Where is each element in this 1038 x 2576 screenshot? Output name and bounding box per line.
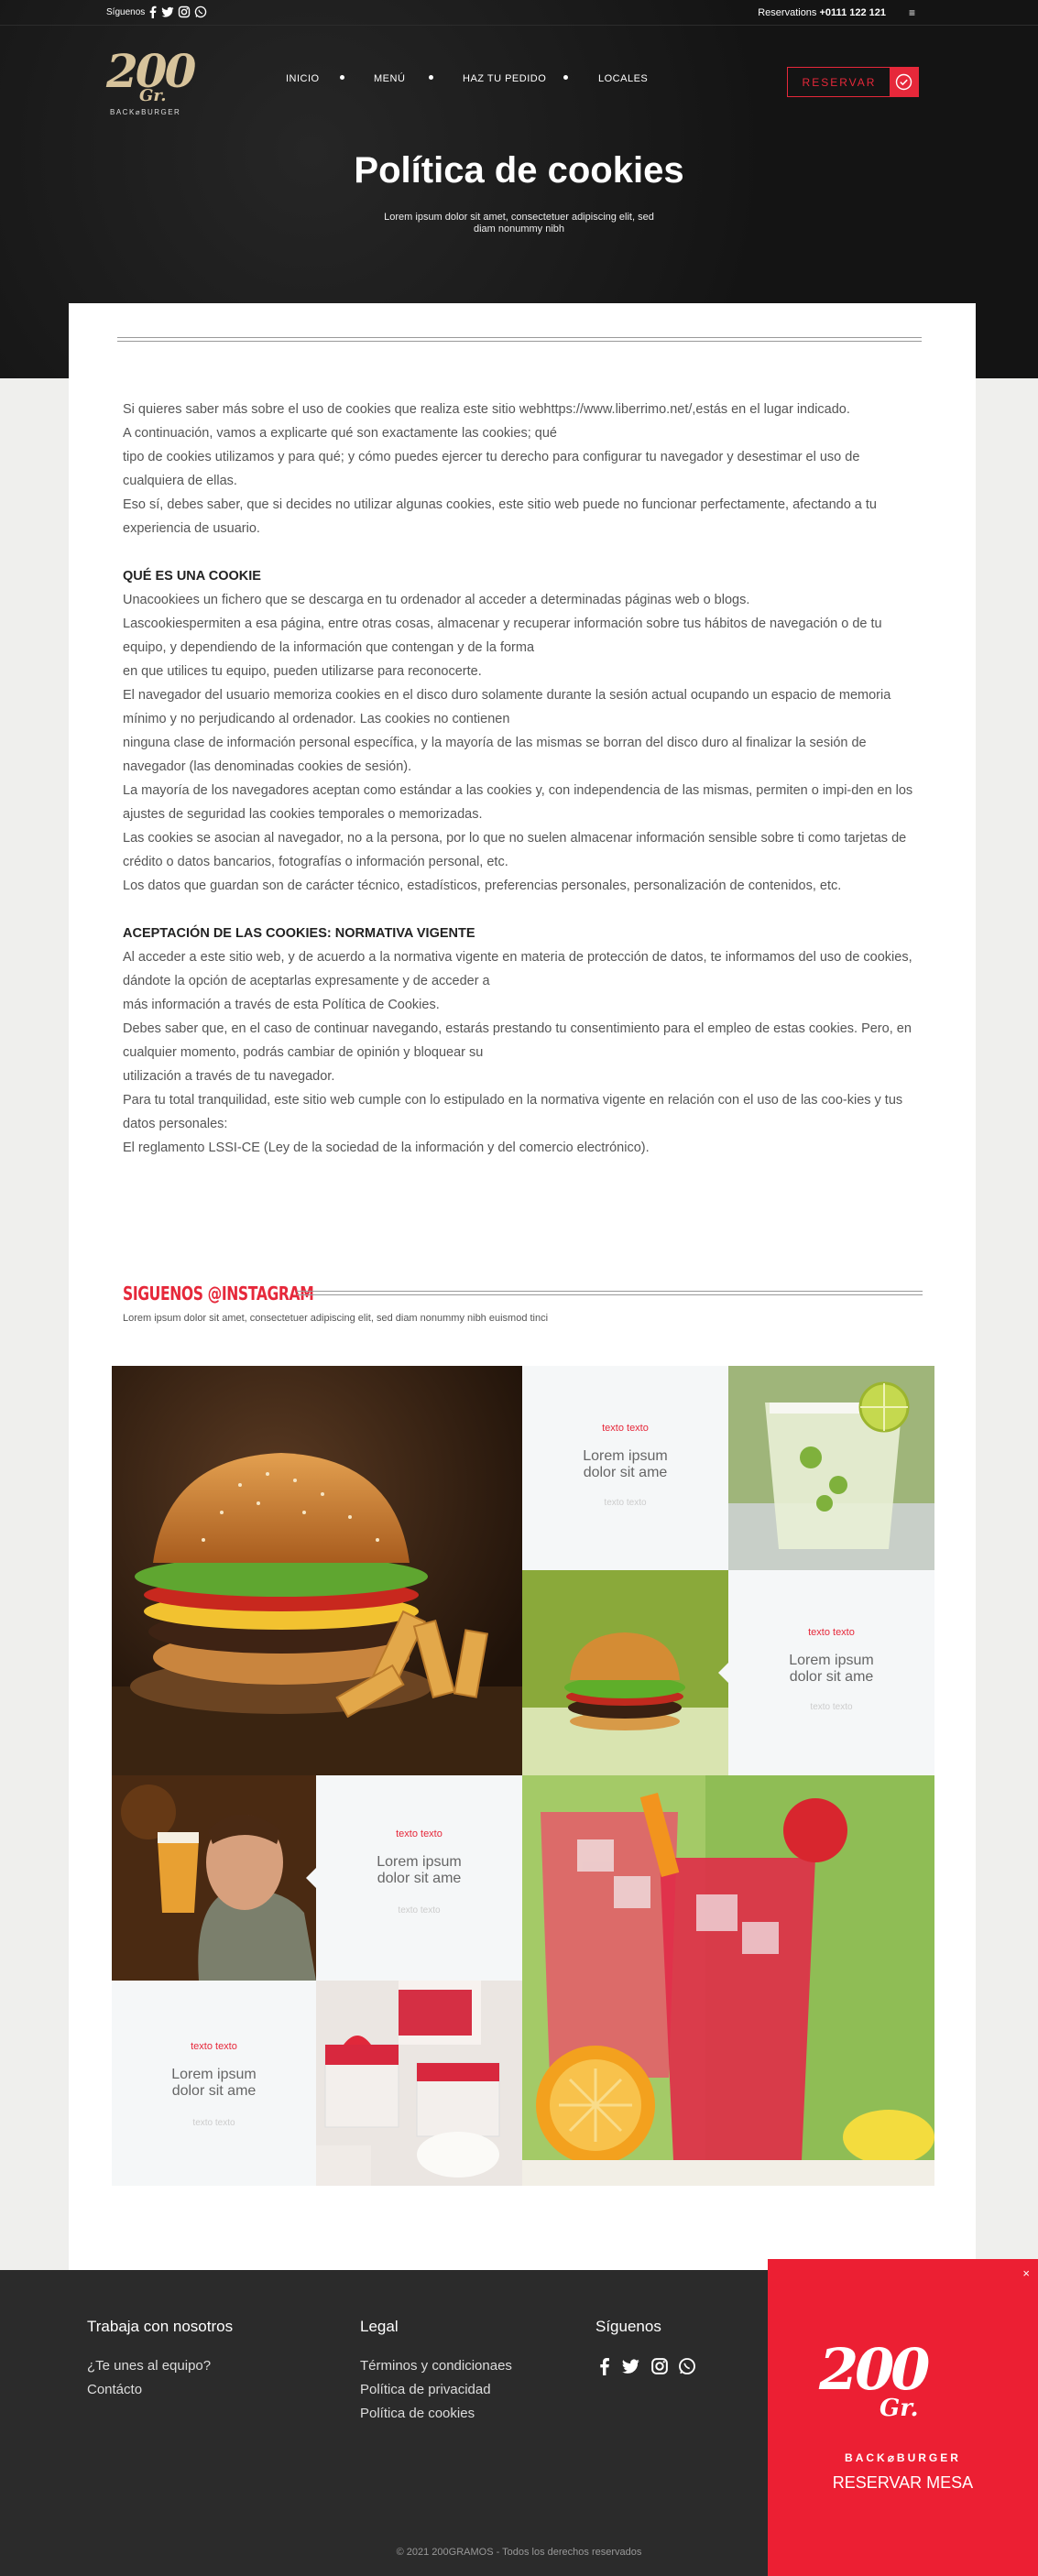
- whatsapp-icon[interactable]: [194, 5, 207, 18]
- decorative-double-rule: [117, 337, 922, 342]
- reservations-label: Reservations: [758, 7, 817, 18]
- check-circle-icon: [890, 68, 918, 96]
- footer-heading-follow: Síguenos: [595, 2318, 661, 2335]
- instagram-photo-desserts[interactable]: [316, 1981, 522, 2186]
- text-line: Para tu total tranquilidad, este sitio w…: [123, 1093, 903, 1131]
- facebook-icon[interactable]: [147, 5, 159, 18]
- footer-link-terms[interactable]: Términos y condicionaes: [360, 2358, 512, 2374]
- tile-foot: texto texto: [810, 1702, 853, 1712]
- instagram-photo-burger[interactable]: [112, 1366, 522, 1775]
- tile-pointer: [718, 1663, 728, 1683]
- page-subtitle: Lorem ipsum dolor sit amet, consectetuer…: [384, 212, 654, 235]
- intro-paragraph: Si quieres saber más sobre el uso de coo…: [123, 398, 920, 540]
- nav-item-pedido[interactable]: HAZ TU PEDIDO: [463, 73, 546, 84]
- nav-item-menu[interactable]: MENÚ: [374, 73, 405, 84]
- popup-logo-tagline: BACK⌀BURGER: [845, 2451, 961, 2464]
- footer-link-join-team[interactable]: ¿Te unes al equipo?: [87, 2358, 211, 2374]
- text-line: utilización a través de tu navegador.: [123, 1069, 335, 1084]
- hamburger-menu-icon[interactable]: ≡: [909, 6, 915, 19]
- footer-heading-work: Trabaja con nosotros: [87, 2318, 234, 2335]
- text-line: más información a través de esta Polític…: [123, 998, 440, 1012]
- text-line: Debes saber que, en el caso de continuar…: [123, 1021, 912, 1060]
- text-line: El reglamento LSSI-CE (Ley de la socieda…: [123, 1141, 650, 1155]
- text-line: Eso sí, debes saber, que si decides no u…: [123, 497, 877, 536]
- instagram-photo-small-burger[interactable]: [522, 1570, 728, 1775]
- footer-link-privacy[interactable]: Política de privacidad: [360, 2382, 491, 2397]
- instagram-text-tile[interactable]: texto texto Lorem ipsum dolor sit ame te…: [112, 1981, 316, 2186]
- instagram-icon[interactable]: [178, 5, 191, 18]
- twitter-icon[interactable]: [621, 2357, 640, 2375]
- top-bar: Síguenos Reservations +0111 122 121 ≡: [0, 0, 1038, 26]
- close-icon[interactable]: ×: [1022, 2266, 1030, 2280]
- popup-logo-gr: Gr.: [880, 2395, 919, 2422]
- instagram-section-subtitle: Lorem ipsum dolor sit amet, consectetuer…: [123, 1313, 549, 1324]
- tile-label: Lorem ipsum dolor sit ame: [171, 2067, 257, 2099]
- text-line: Al acceder a este sitio web, y de acuerd…: [123, 950, 912, 988]
- tile-foot: texto texto: [604, 1498, 647, 1508]
- logo-tagline: BACK⌀BURGER: [110, 108, 181, 116]
- nav-separator-dot: [563, 75, 568, 80]
- instagram-photo-red-drinks[interactable]: [522, 1775, 934, 2186]
- brand-logo[interactable]: 200 Gr. BACK⌀BURGER: [106, 44, 202, 121]
- instagram-photo-beer-drinker[interactable]: [112, 1775, 316, 1981]
- text-line: A continuación, vamos a explicarte qué s…: [123, 426, 557, 441]
- reserve-button[interactable]: RESERVAR: [787, 67, 919, 97]
- instagram-photo-lemonade[interactable]: [728, 1366, 934, 1570]
- section-heading-que-es: QUÉ ES UNA COOKIE: [123, 569, 261, 584]
- tile-foot: texto texto: [192, 2118, 235, 2128]
- tile-label: Lorem ipsum dolor sit ame: [789, 1653, 874, 1685]
- text-line: tipo de cookies utilizamos y para qué; y…: [123, 450, 860, 488]
- tile-foot: texto texto: [398, 1905, 441, 1916]
- text-line: Si quieres saber más sobre el uso de coo…: [123, 402, 850, 417]
- footer-link-contact[interactable]: Contácto: [87, 2382, 142, 2397]
- nav-item-locales[interactable]: LOCALES: [598, 73, 648, 84]
- nav-separator-dot: [340, 75, 344, 80]
- popup-logo-number: 200: [819, 2336, 930, 2403]
- instagram-section-title[interactable]: SIGUENOS @INSTAGRAM: [123, 1283, 314, 1304]
- page-title: Política de cookies: [354, 150, 684, 191]
- text-line: ninguna clase de información personal es…: [123, 736, 867, 774]
- section-heading-aceptacion: ACEPTACIÓN DE LAS COOKIES: NORMATIVA VIG…: [123, 926, 475, 941]
- text-line: La mayoría de los navegadores aceptan co…: [123, 783, 913, 822]
- tile-tag: texto texto: [602, 1423, 649, 1434]
- instagram-text-tile[interactable]: texto texto Lorem ipsum dolor sit ame te…: [522, 1366, 728, 1570]
- instagram-icon[interactable]: [650, 2357, 669, 2375]
- tile-pointer: [306, 1868, 316, 1888]
- follow-label: Síguenos: [106, 7, 146, 17]
- tile-tag: texto texto: [191, 2041, 237, 2052]
- instagram-text-tile[interactable]: texto texto Lorem ipsum dolor sit ame te…: [316, 1775, 522, 1981]
- facebook-icon[interactable]: [595, 2356, 614, 2376]
- reservation-popup: × 200 Gr. BACK⌀BURGER RESERVAR MESA: [768, 2259, 1038, 2576]
- footer-link-cookies[interactable]: Política de cookies: [360, 2406, 475, 2421]
- logo-gr: Gr.: [139, 86, 167, 105]
- text-line: Las cookies se asocian al navegador, no …: [123, 831, 907, 869]
- reserve-table-button[interactable]: RESERVAR MESA: [768, 2473, 1038, 2493]
- text-line: en que utilices tu equipo, pueden utiliz…: [123, 664, 482, 679]
- section-paragraph: Unacookiees un fichero que se descarga e…: [123, 588, 920, 898]
- tile-tag: texto texto: [396, 1828, 443, 1839]
- tile-label: Lorem ipsum dolor sit ame: [583, 1448, 668, 1480]
- instagram-text-tile[interactable]: texto texto Lorem ipsum dolor sit ame te…: [728, 1570, 934, 1775]
- section-paragraph: Al acceder a este sitio web, y de acuerd…: [123, 945, 920, 1160]
- reservations-phone[interactable]: +0111 122 121: [820, 7, 887, 18]
- text-line: El navegador del usuario memoriza cookie…: [123, 688, 891, 726]
- footer-heading-legal: Legal: [360, 2318, 399, 2335]
- text-line: Unacookiees un fichero que se descarga e…: [123, 593, 750, 607]
- decorative-double-rule: [297, 1291, 923, 1295]
- text-line: Los datos que guardan son de carácter té…: [123, 879, 842, 893]
- nav-separator-dot: [429, 75, 433, 80]
- reserve-button-label: RESERVAR: [802, 76, 877, 89]
- nav-item-inicio[interactable]: INICIO: [286, 73, 320, 84]
- whatsapp-icon[interactable]: [678, 2357, 696, 2375]
- tile-label: Lorem ipsum dolor sit ame: [377, 1854, 462, 1886]
- tile-tag: texto texto: [808, 1627, 855, 1638]
- cookies-policy-text: Si quieres saber más sobre el uso de coo…: [123, 398, 920, 1160]
- reservations-info: Reservations +0111 122 121: [758, 7, 886, 18]
- text-line: Lascookiespermiten a esa página, entre o…: [123, 617, 882, 655]
- twitter-icon[interactable]: [161, 5, 174, 18]
